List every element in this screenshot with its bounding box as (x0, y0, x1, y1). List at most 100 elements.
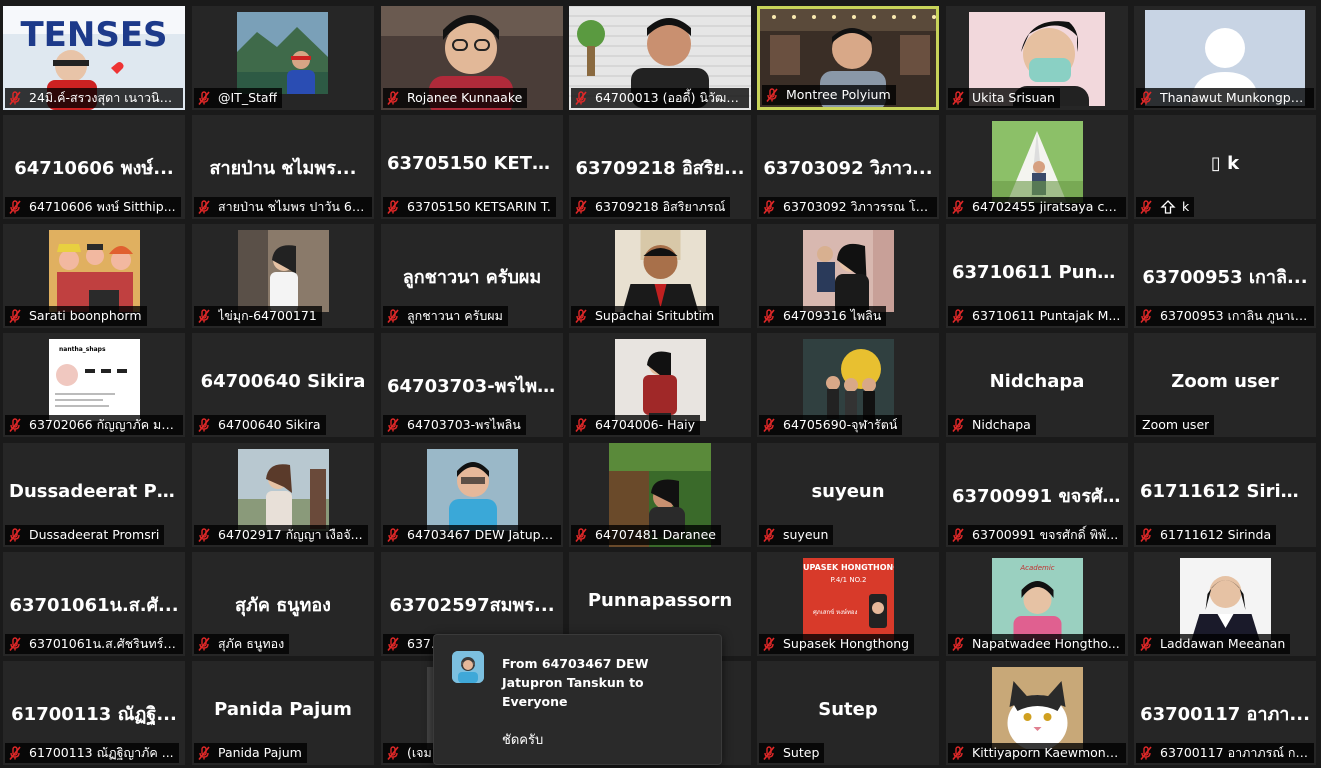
participant-name-label: Nidchapa (948, 415, 1036, 435)
participant-tile[interactable]: Montree Polyium (757, 6, 939, 110)
muted-mic-icon (198, 528, 210, 542)
participant-tile[interactable]: 63700117 อาภา... 63700117 อาภาภรณ์ กา... (1134, 661, 1316, 765)
participant-name: 64700013 (ออดี้) นิวัฒน์... (595, 90, 744, 105)
participant-tile[interactable]: TENSES 24มิ.ค์-สรวงสุดา เนาวนิต... (3, 6, 185, 110)
muted-mic-icon (763, 637, 775, 651)
participant-name: 63705150 KETSARIN T. (407, 199, 551, 214)
participant-name: 63700991 ขจรศักดิ์ พิพั... (972, 527, 1119, 542)
participant-tile[interactable]: Supachai Sritubtim (569, 224, 751, 328)
participant-name-label: 64704006- Haiy (571, 415, 701, 435)
participant-name-label: Panida Pajum (194, 743, 307, 763)
participant-name-label: 61700113 ณัฏฐิญาภัค ... (5, 743, 179, 763)
participant-tile[interactable]: Panida Pajum Panida Pajum (192, 661, 374, 765)
muted-mic-icon (9, 528, 21, 542)
muted-mic-icon (952, 309, 964, 323)
participant-tile[interactable]: 63700991 ขจรศั... 63700991 ขจรศักดิ์ พิพั… (946, 443, 1128, 547)
participant-tile[interactable]: 64704006- Haiy (569, 333, 751, 437)
muted-mic-icon (763, 746, 775, 760)
participant-tile[interactable]: 61711612 Sirinda 61711612 Sirinda (1134, 443, 1316, 547)
participant-name-label: k (1136, 197, 1195, 217)
participant-name: Ukita Srisuan (972, 90, 1055, 105)
participant-tile[interactable]: สายป่าน ชไมพร... สายป่าน ชไมพร ปาวัน 64..… (192, 115, 374, 219)
participant-tile[interactable]: 64702917 กัญญา เงือจั... (192, 443, 374, 547)
participant-name: Laddawan Meeanan (1160, 636, 1286, 651)
participant-name-label: Napatwadee Hongtho... (948, 634, 1125, 654)
participant-tile[interactable]: 63710611 Punta... 63710611 Puntajak M... (946, 224, 1128, 328)
participant-tile[interactable]: ลูกชาวนา ครับผม ลูกชาวนา ครับผม (381, 224, 563, 328)
participant-name-label: 64710606 พงษ์ Sitthip... (5, 197, 181, 217)
participant-name: สายป่าน ชไมพร ปาวัน 64... (218, 199, 367, 214)
participant-name-label: 64700013 (ออดี้) นิวัฒน์... (571, 88, 749, 108)
participant-tile[interactable]: 63705150 KETS... 63705150 KETSARIN T. (381, 115, 563, 219)
participant-name: 64702917 กัญญา เงือจั... (218, 527, 363, 542)
participant-tile[interactable]: 64700640 Sikira 64700640 Sikira (192, 333, 374, 437)
participant-tile[interactable]: Academic Napatwadee Hongtho... (946, 552, 1128, 656)
participant-photo: nantha_shaps (49, 339, 140, 421)
muted-mic-icon (763, 528, 775, 542)
participant-tile[interactable]: 63703092 วิภาว... 63703092 วิภาวรรณ โพ... (757, 115, 939, 219)
participant-tile[interactable]: 63700953 เกาลิ... 63700953 เกาลิน ภูนาเงิ… (1134, 224, 1316, 328)
participant-tile[interactable]: Dussadeerat Pr... Dussadeerat Promsri (3, 443, 185, 547)
participant-name-label: Rojanee Kunnaake (383, 88, 528, 108)
participant-name-label: @IT_Staff (194, 88, 283, 108)
participant-name-label: Laddawan Meeanan (1136, 634, 1291, 654)
participant-tile[interactable]: 63709218 อิสริย... 63709218 อิสริยาภรณ์ (569, 115, 751, 219)
participant-tile[interactable]: 64709316 ไพลิน (757, 224, 939, 328)
participant-tile[interactable]: nantha_shaps 63702066 กัญญาภัค มง... (3, 333, 185, 437)
participant-tile[interactable]: 64703703-พรไพ... 64703703-พรไพลิน (381, 333, 563, 437)
participant-tile[interactable]: 64710606 พงษ์... 64710606 พงษ์ Sitthip... (3, 115, 185, 219)
participant-name: 63710611 Puntajak M... (972, 308, 1121, 323)
participant-tile[interactable]: SUPASEK HONGTHONG P.4/1 NO.2 ศุภเสกข์ หง… (757, 552, 939, 656)
muted-mic-icon (1140, 746, 1152, 760)
participant-name-label: 63700991 ขจรศักดิ์ พิพั... (948, 525, 1124, 545)
muted-mic-icon (1140, 528, 1152, 542)
participant-tile[interactable]: Thanawut Munkongpe... (1134, 6, 1316, 110)
participant-name: @IT_Staff (218, 90, 278, 105)
participant-name-label: ไข่มุก-64700171 (194, 306, 322, 326)
card-name-text: SUPASEK HONGTHONG (803, 563, 894, 572)
participant-name-label: 64705690-จุฬารัตน์ (759, 415, 903, 435)
participant-tile[interactable]: Ukita Srisuan (946, 6, 1128, 110)
participant-name-label: 63710611 Puntajak M... (948, 306, 1126, 326)
participant-name: 61700113 ณัฏฐิญาภัค ... (29, 745, 174, 760)
participant-tile[interactable]: @IT_Staff (192, 6, 374, 110)
participant-tile[interactable]: Nidchapa Nidchapa (946, 333, 1128, 437)
participant-name: Zoom user (1142, 417, 1210, 432)
participant-tile[interactable]: สุภัค ธนูทอง สุภัค ธนูทอง (192, 552, 374, 656)
participant-tile[interactable]: ไข่มุก-64700171 (192, 224, 374, 328)
chat-notification[interactable]: From 64703467 DEW Jatupron Tanskun to Ev… (433, 634, 722, 765)
participant-name-label: (เจม (383, 743, 437, 763)
participant-tile[interactable]: Sarati boonphorm (3, 224, 185, 328)
participant-name-label: Dussadeerat Promsri (5, 525, 165, 545)
participant-tile[interactable]: Sutep Sutep (757, 661, 939, 765)
participant-tile[interactable]: 64705690-จุฬารัตน์ (757, 333, 939, 437)
card-thai-text: ศุภเสกข์ หงษ์ทอง (813, 608, 858, 616)
muted-mic-icon (9, 418, 21, 432)
participant-tile[interactable]: Zoom user Zoom user (1134, 333, 1316, 437)
muted-mic-icon (9, 637, 21, 651)
participant-name: (เจม (407, 745, 432, 760)
participant-tile[interactable]: ▯ k k (1134, 115, 1316, 219)
participant-name: Montree Polyium (786, 87, 891, 102)
muted-mic-icon (575, 200, 587, 214)
participant-tile[interactable]: 61700113 ณัฏฐิ... 61700113 ณัฏฐิญาภัค ... (3, 661, 185, 765)
participant-tile[interactable]: 64707481 Daranee (569, 443, 751, 547)
participant-name-label: suyeun (759, 525, 834, 545)
participant-tile[interactable]: Laddawan Meeanan (1134, 552, 1316, 656)
participant-name: สุภัค ธนูทอง (218, 636, 285, 651)
chat-message: ชัดครับ (502, 733, 544, 748)
muted-mic-icon (387, 418, 399, 432)
participant-name-label: 64703467 DEW Jatupr... (383, 525, 561, 545)
participant-tile[interactable]: 64700013 (ออดี้) นิวัฒน์... (569, 6, 751, 110)
participant-tile[interactable]: 64703467 DEW Jatupr... (381, 443, 563, 547)
sender-avatar (452, 651, 484, 683)
participant-tile[interactable]: 64702455 jiratsaya ch... (946, 115, 1128, 219)
muted-mic-icon (763, 418, 775, 432)
muted-mic-icon (9, 91, 21, 105)
participant-tile[interactable]: 63701061น.ส.ศั... 63701061น.ส.ศัชรินทร์ .… (3, 552, 185, 656)
participant-tile[interactable]: Rojanee Kunnaake (381, 6, 563, 110)
participant-tile[interactable]: suyeun suyeun (757, 443, 939, 547)
participant-tile[interactable]: Kittiyaporn Kaewmong... (946, 661, 1128, 765)
participant-photo (803, 339, 894, 421)
participant-name-label: Ukita Srisuan (948, 88, 1060, 108)
